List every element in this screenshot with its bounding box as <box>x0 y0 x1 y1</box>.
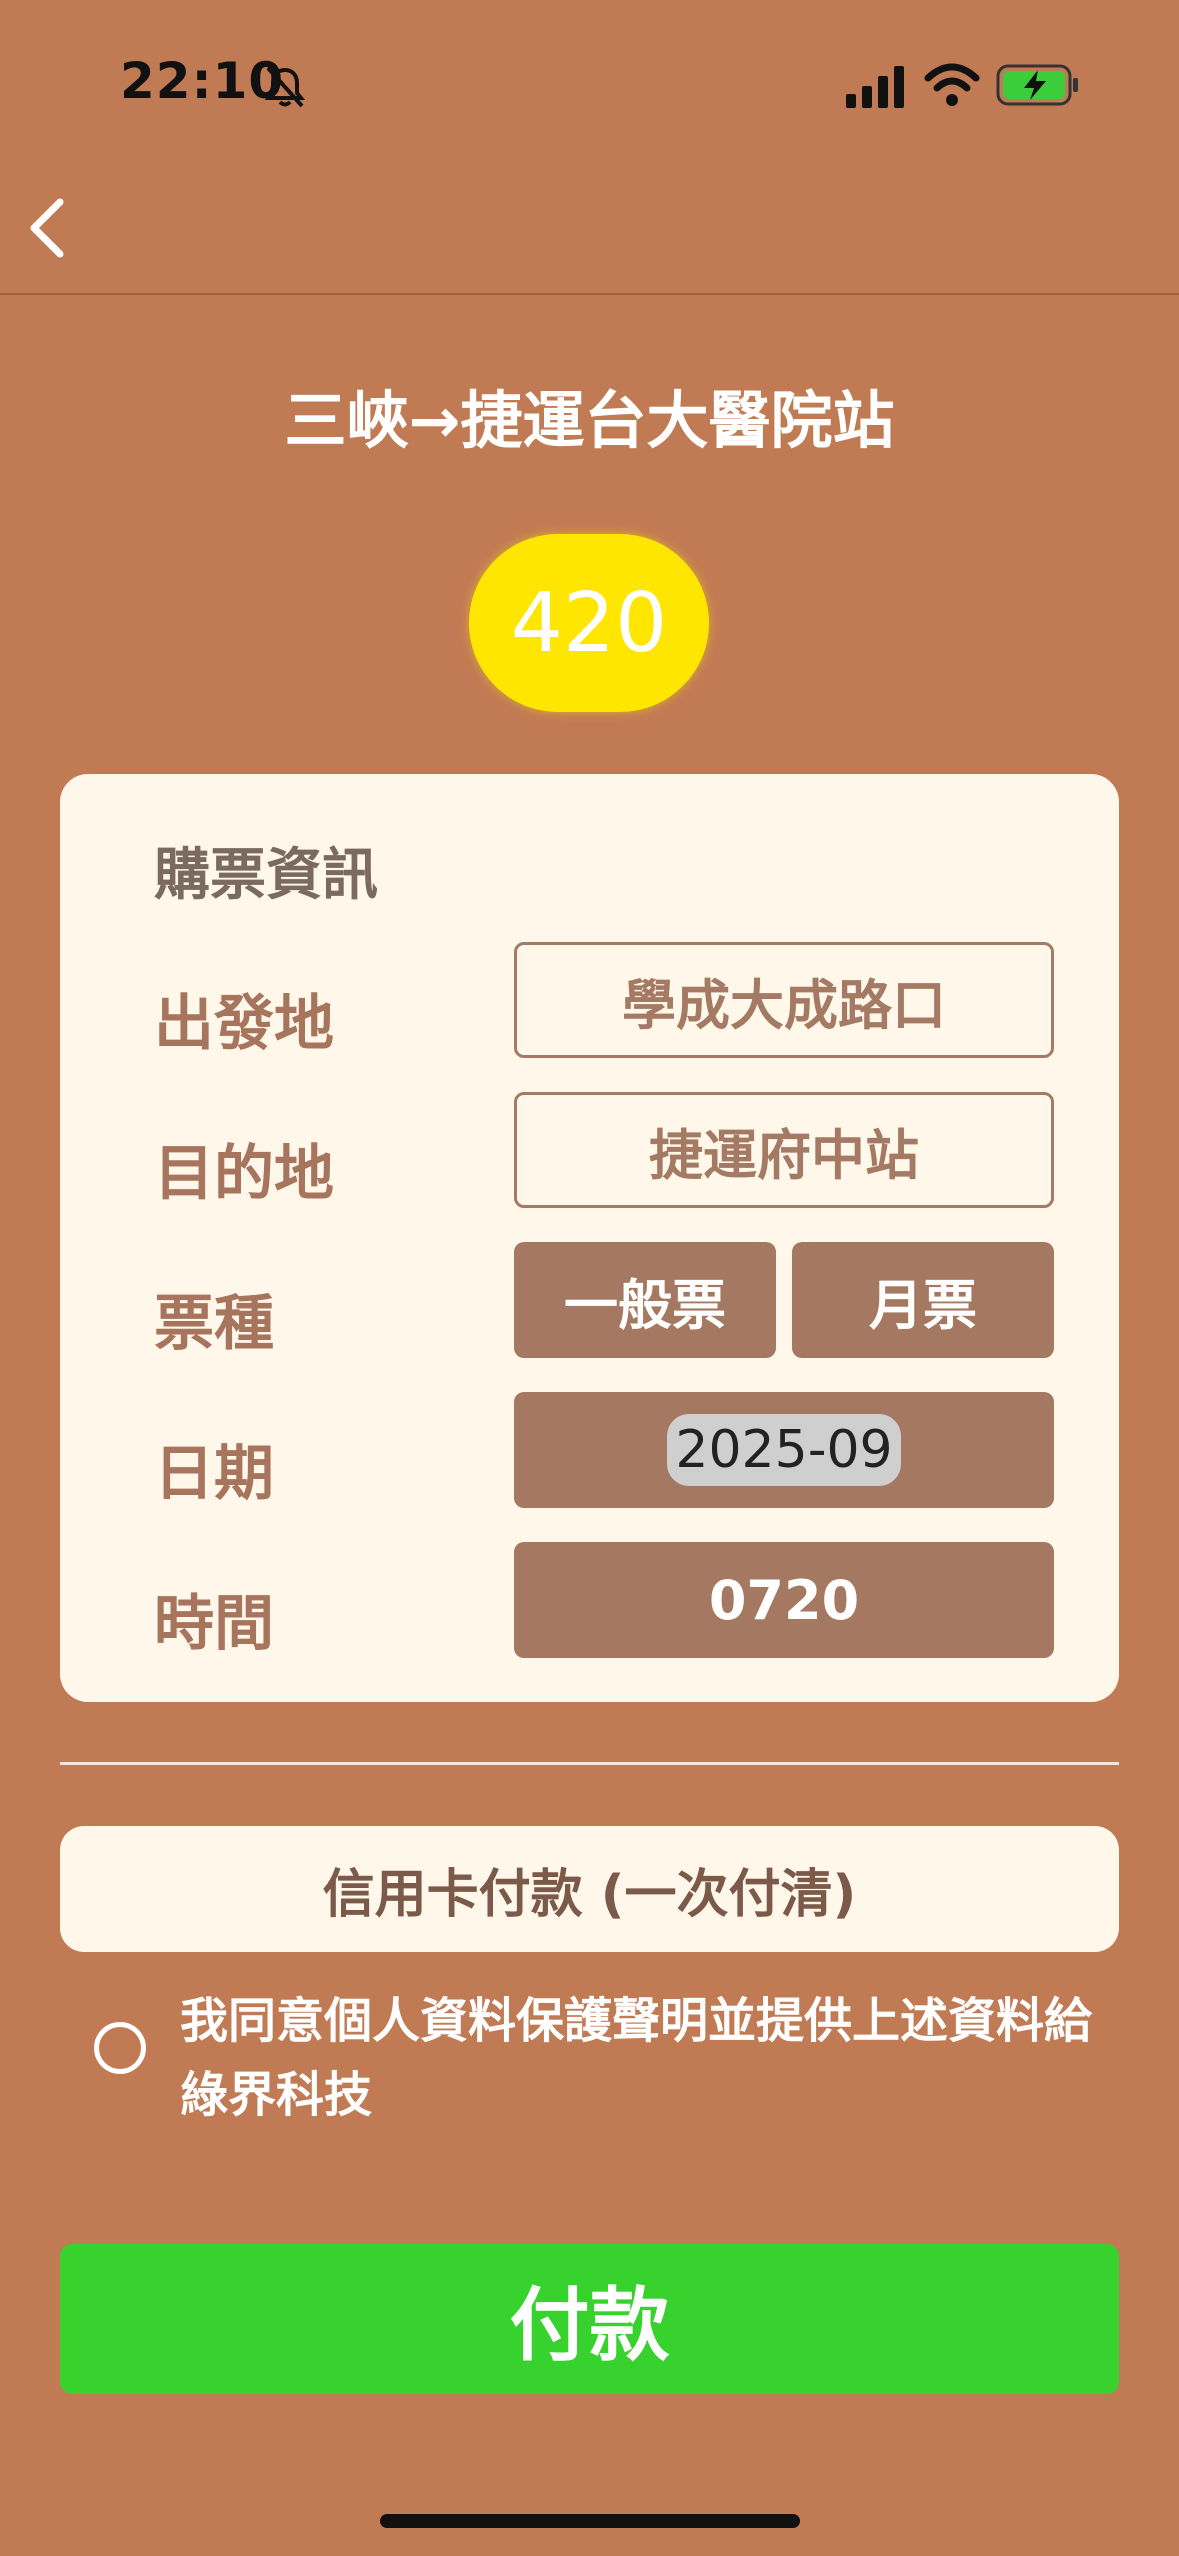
home-indicator <box>380 2514 800 2528</box>
consent-text: 我同意個人資料保護聲明並提供上述資料給綠界科技 <box>180 1993 1093 2123</box>
status-time: 22:10 <box>120 52 285 110</box>
wifi-icon <box>924 62 980 108</box>
price-badge: 420 <box>469 534 709 712</box>
date-value: 2025-09 <box>667 1414 901 1486</box>
destination-label: 目的地 <box>154 1139 334 1209</box>
card-heading: 購票資訊 <box>154 843 378 908</box>
bell-slash-icon <box>262 64 308 110</box>
time-label: 時間 <box>154 1589 274 1659</box>
destination-field[interactable]: 捷運府中站 <box>514 1092 1054 1208</box>
route-title: 三峽→捷運台大醫院站 <box>284 384 895 457</box>
payment-method-button[interactable]: 信用卡付款 (一次付清) <box>60 1826 1119 1952</box>
section-divider <box>60 1762 1119 1765</box>
cellular-signal-icon <box>846 66 906 108</box>
origin-field[interactable]: 學成大成路口 <box>514 942 1054 1058</box>
ticket-type-label: 票種 <box>154 1289 274 1359</box>
chevron-left-icon <box>30 198 64 258</box>
back-button[interactable] <box>20 190 90 266</box>
ticket-type-monthly-button[interactable]: 月票 <box>792 1242 1054 1358</box>
ticket-type-regular-button[interactable]: 一般票 <box>514 1242 776 1358</box>
date-label: 日期 <box>154 1439 274 1509</box>
time-field[interactable]: 0720 <box>514 1542 1054 1658</box>
consent-radio[interactable] <box>94 2022 146 2074</box>
date-field[interactable]: 2025-09 <box>514 1392 1054 1508</box>
nav-divider <box>0 293 1179 295</box>
origin-label: 出發地 <box>154 989 334 1059</box>
pay-button[interactable]: 付款 <box>60 2244 1119 2394</box>
battery-charging-icon <box>996 62 1080 108</box>
